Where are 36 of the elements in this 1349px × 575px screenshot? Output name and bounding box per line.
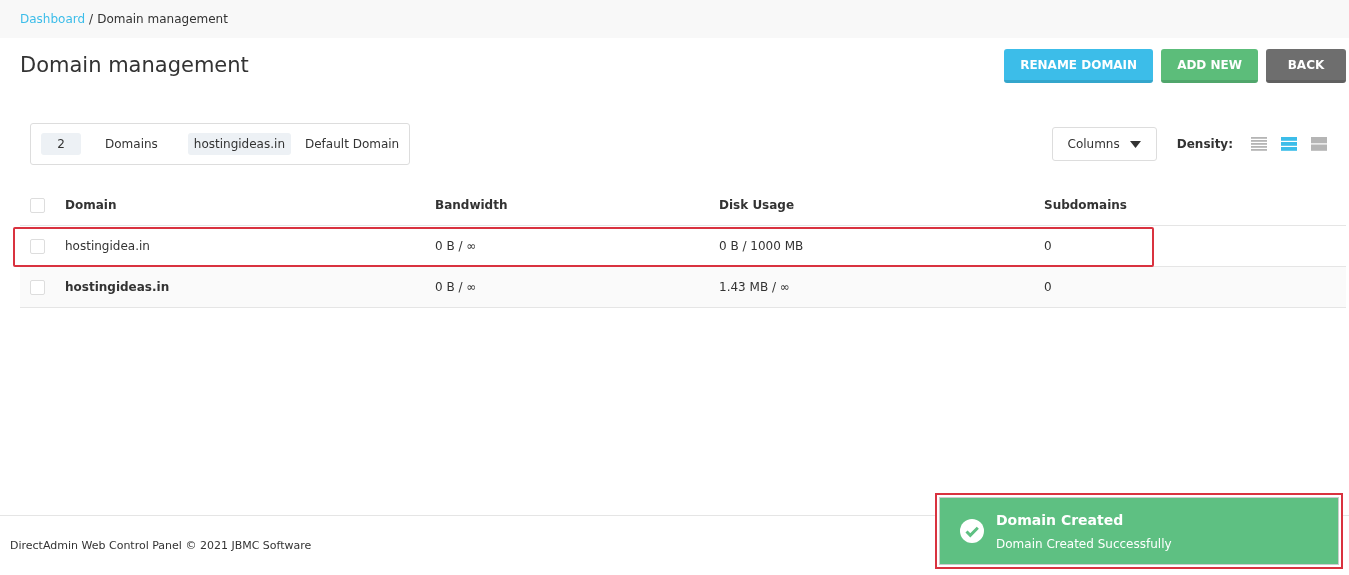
action-button[interactable]: ADD NEW — [1161, 49, 1258, 83]
toast-message: Domain Created Successfully — [996, 535, 1172, 553]
table-cell-text: hostingideas.in — [65, 279, 170, 296]
density-option-icon[interactable] — [1281, 136, 1297, 152]
page-title: Domain management — [20, 53, 249, 79]
select-all-checkbox[interactable] — [30, 197, 45, 213]
action-button[interactable]: BACK — [1266, 49, 1346, 83]
footer-text: DirectAdmin Web Control Panel © 2021 JBMC Software — [10, 539, 312, 552]
row-checkbox[interactable] — [30, 238, 45, 254]
table-cell-text: 0 B / ∞ — [435, 238, 477, 255]
breadcrumb-link[interactable]: Dashboard — [20, 10, 86, 28]
check-circle-icon — [960, 519, 984, 543]
density-label: Density: — [1176, 136, 1233, 153]
row-checkbox[interactable] — [30, 279, 45, 295]
column-header: Domain — [65, 197, 118, 214]
density-option-icon[interactable] — [1311, 136, 1327, 152]
toast-title: Domain Created — [996, 510, 1125, 530]
stat-value: 2 — [41, 133, 81, 155]
stat-label: Default Domain — [305, 136, 400, 153]
table-cell-text: hostingidea.in — [65, 238, 150, 255]
breadcrumb-current: Domain management — [97, 11, 228, 28]
table-cell-text: 0 B / ∞ — [435, 279, 477, 296]
breadcrumb-separator: / — [89, 11, 94, 28]
stat-value: hostingideas.in — [187, 133, 291, 155]
caret-icon — [1129, 140, 1141, 148]
stat-label: Domains — [105, 136, 158, 153]
table-cell-text: 1.43 MB / ∞ — [719, 279, 790, 296]
table-cell-text: 0 — [1044, 238, 1052, 255]
density-option-icon[interactable] — [1251, 136, 1267, 152]
table-cell-text: 0 B / 1000 MB — [719, 238, 804, 255]
table-cell-text: 0 — [1044, 279, 1052, 296]
column-header: Bandwidth — [435, 197, 509, 214]
column-header: Subdomains — [1044, 197, 1128, 214]
column-header: Disk Usage — [719, 197, 796, 214]
action-button[interactable]: RENAME DOMAIN — [1004, 49, 1154, 83]
columns-dropdown[interactable]: Columns — [1051, 127, 1157, 161]
